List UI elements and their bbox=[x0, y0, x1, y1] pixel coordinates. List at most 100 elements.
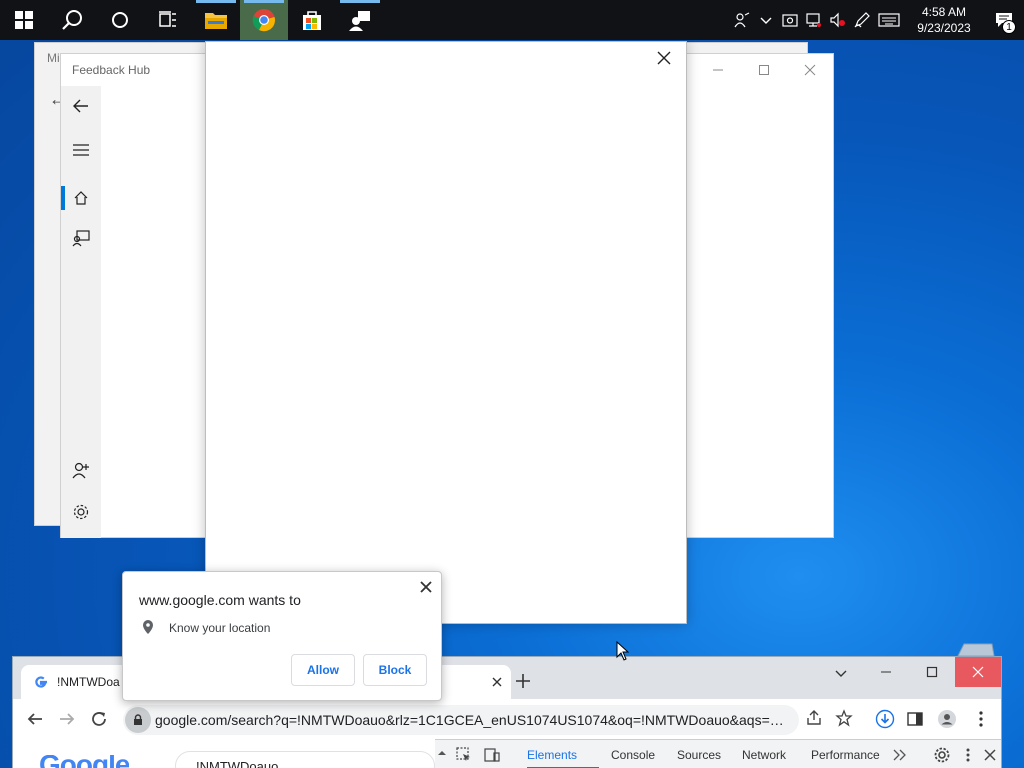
more-tabs-icon[interactable] bbox=[891, 746, 909, 764]
google-logo: Google bbox=[39, 755, 129, 768]
browser-forward-button[interactable] bbox=[57, 709, 77, 729]
kebab-menu-icon[interactable] bbox=[971, 709, 991, 729]
clock-time: 4:58 AM bbox=[921, 5, 967, 19]
chrome-maximize-button[interactable] bbox=[909, 657, 955, 687]
close-icon bbox=[804, 64, 816, 76]
nav-menu-button[interactable] bbox=[61, 134, 101, 166]
devtools-tab-console[interactable]: Console bbox=[611, 748, 655, 762]
feedback-hub-taskbar-button[interactable] bbox=[336, 0, 384, 40]
close-icon[interactable] bbox=[981, 746, 999, 764]
reload-icon bbox=[92, 712, 106, 726]
chevron-up-icon bbox=[760, 17, 772, 24]
feedback-icon bbox=[72, 230, 90, 247]
mouse-cursor-icon bbox=[616, 641, 630, 661]
url-text: google.com/search?q=!NMTWDoauo&rlz=1C1GC… bbox=[155, 712, 789, 728]
forward-arrow-icon bbox=[60, 713, 75, 725]
network-icon bbox=[806, 13, 821, 27]
cortana-button[interactable] bbox=[96, 0, 144, 40]
home-icon bbox=[74, 191, 88, 205]
store-bag-icon bbox=[303, 11, 321, 30]
allow-button[interactable]: Allow bbox=[291, 654, 355, 686]
browser-back-button[interactable] bbox=[25, 709, 45, 729]
back-arrow-icon bbox=[27, 713, 42, 725]
kebab-menu-icon[interactable] bbox=[959, 746, 977, 764]
volume-button[interactable] bbox=[826, 0, 850, 40]
task-view-icon bbox=[159, 11, 176, 27]
search-query: !NMTWDoauo bbox=[196, 759, 279, 768]
nav-back-button[interactable] bbox=[61, 90, 101, 122]
touch-keyboard-button[interactable] bbox=[874, 0, 904, 40]
chrome-window-controls bbox=[863, 657, 1001, 687]
meet-now-button[interactable] bbox=[778, 0, 802, 40]
reload-button[interactable] bbox=[89, 709, 109, 729]
devtools-tab-network[interactable]: Network bbox=[742, 748, 786, 762]
people-button[interactable] bbox=[730, 0, 754, 40]
bookmark-star-icon[interactable] bbox=[835, 709, 853, 727]
feedback-hub-nav bbox=[61, 86, 101, 538]
microsoft-store-button[interactable] bbox=[288, 0, 336, 40]
feedback-hub-window-controls bbox=[695, 54, 833, 86]
chrome-icon bbox=[252, 9, 275, 32]
location-permission-popup: www.google.com wants to Know your locati… bbox=[122, 571, 442, 701]
devtools-tab-elements[interactable]: Elements bbox=[527, 748, 577, 762]
page-content: Google !NMTWDoauo Elements Console Sourc… bbox=[13, 739, 1001, 768]
devtools-panel: Elements Console Sources Network Perform… bbox=[435, 739, 1001, 768]
inspect-element-icon[interactable] bbox=[455, 746, 473, 764]
close-button[interactable] bbox=[787, 54, 833, 86]
nav-add-account[interactable] bbox=[61, 454, 101, 486]
scroll-up-arrow-icon[interactable] bbox=[433, 746, 451, 764]
maximize-icon bbox=[759, 65, 769, 75]
volume-muted-icon bbox=[830, 12, 845, 28]
start-button[interactable] bbox=[0, 0, 48, 40]
chevron-down-icon[interactable] bbox=[831, 663, 851, 683]
download-icon[interactable] bbox=[875, 709, 895, 729]
maximize-button[interactable] bbox=[741, 54, 787, 86]
share-icon[interactable] bbox=[805, 709, 823, 727]
location-pin-icon bbox=[143, 620, 153, 634]
address-bar[interactable]: google.com/search?q=!NMTWDoauo&rlz=1C1GC… bbox=[123, 705, 799, 735]
block-button[interactable]: Block bbox=[363, 654, 427, 686]
google-logo-text: Google bbox=[39, 755, 129, 768]
nav-home[interactable] bbox=[61, 182, 101, 214]
chrome-minimize-button[interactable] bbox=[863, 657, 909, 687]
devtools-tab-performance[interactable]: Performance bbox=[811, 748, 880, 762]
permission-description: Know your location bbox=[169, 621, 271, 635]
clock[interactable]: 4:58 AM 9/23/2023 bbox=[904, 4, 984, 36]
device-toolbar-icon[interactable] bbox=[483, 746, 501, 764]
search-button[interactable] bbox=[48, 0, 96, 40]
hamburger-icon bbox=[73, 144, 89, 156]
minimize-icon bbox=[713, 69, 723, 71]
back-arrow-icon bbox=[73, 99, 88, 113]
gear-icon[interactable] bbox=[933, 746, 951, 764]
notification-count-badge: 1 bbox=[1002, 20, 1016, 34]
file-explorer-button[interactable] bbox=[192, 0, 240, 40]
permission-title: www.google.com wants to bbox=[139, 592, 301, 608]
minimize-button[interactable] bbox=[695, 54, 741, 86]
chrome-close-button[interactable] bbox=[955, 657, 1001, 687]
recycle-bin-icon[interactable] bbox=[956, 642, 996, 658]
search-icon bbox=[62, 10, 82, 30]
task-view-button[interactable] bbox=[144, 0, 192, 40]
show-hidden-icons-button[interactable] bbox=[754, 0, 778, 40]
blank-dialog bbox=[205, 41, 687, 624]
google-favicon-icon bbox=[35, 676, 47, 688]
new-tab-icon[interactable] bbox=[513, 671, 533, 691]
site-info-button[interactable] bbox=[125, 707, 151, 733]
side-panel-icon[interactable] bbox=[905, 709, 925, 729]
chrome-taskbar-button[interactable] bbox=[240, 0, 288, 40]
action-center-button[interactable]: 1 bbox=[984, 0, 1024, 40]
network-button[interactable] bbox=[802, 0, 826, 40]
tab-close-icon[interactable] bbox=[489, 674, 505, 690]
background-window-title: Mi bbox=[47, 51, 60, 65]
close-icon[interactable] bbox=[656, 50, 672, 66]
nav-feedback[interactable] bbox=[61, 222, 101, 254]
close-icon bbox=[972, 666, 984, 678]
devtools-tab-sources[interactable]: Sources bbox=[677, 748, 721, 762]
pen-workspace-button[interactable] bbox=[850, 0, 874, 40]
pen-icon bbox=[854, 12, 870, 28]
close-icon[interactable] bbox=[419, 580, 433, 594]
clock-date: 9/23/2023 bbox=[917, 21, 971, 35]
profile-avatar-icon[interactable] bbox=[937, 709, 957, 729]
nav-settings[interactable] bbox=[61, 496, 101, 528]
search-input[interactable]: !NMTWDoauo bbox=[175, 751, 435, 768]
